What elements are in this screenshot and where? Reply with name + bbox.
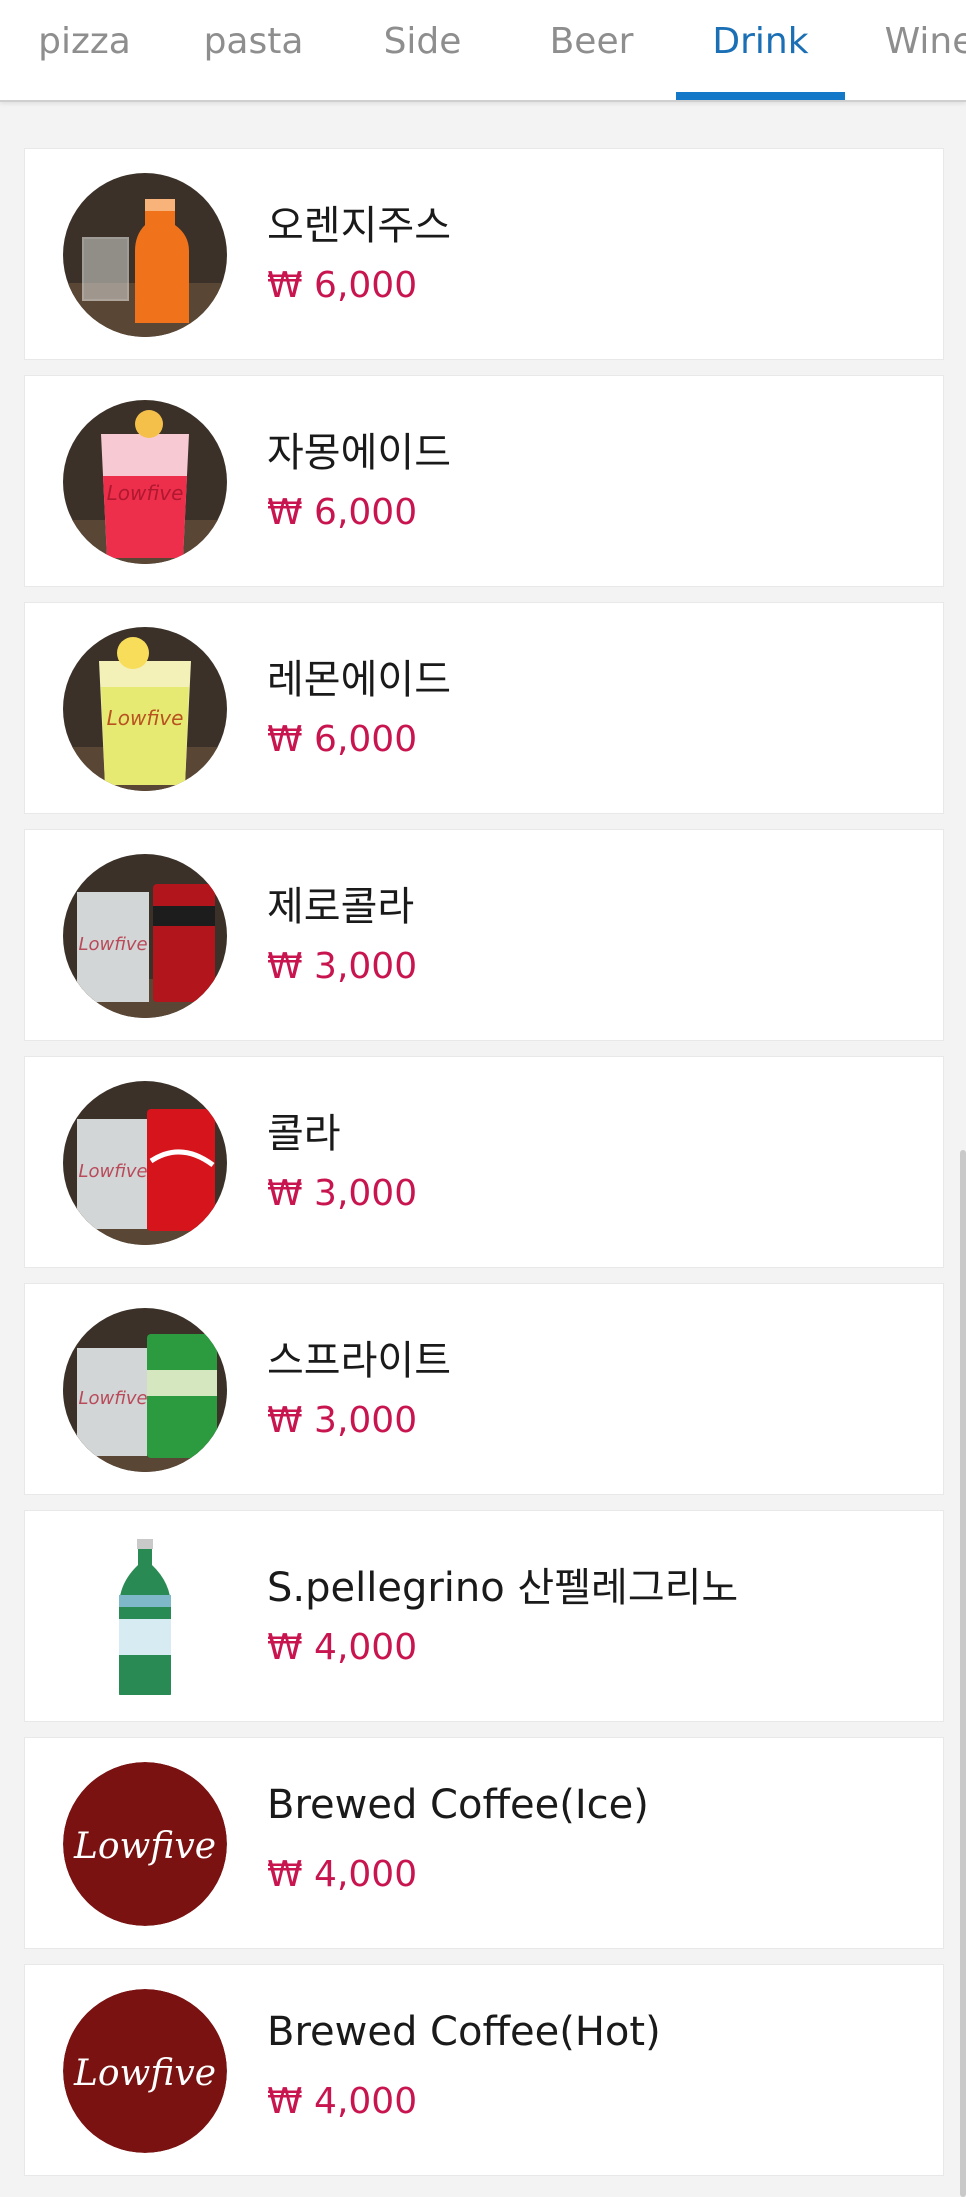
item-name: 스프라이트 — [267, 1338, 451, 1384]
orange-juice-photo — [63, 173, 227, 337]
svg-text:Lowfive: Lowfive — [73, 1826, 216, 1867]
svg-text:Lowfive: Lowfive — [107, 706, 184, 730]
menu-item[interactable]: 오렌지주스 ₩ 6,000 — [24, 148, 944, 360]
tab-pasta[interactable]: pasta — [169, 0, 338, 100]
tab-beer[interactable]: Beer — [507, 0, 676, 100]
item-name: 콜라 — [267, 1111, 341, 1157]
menu-item[interactable]: S.pellegrino 산펠레그리노 ₩ 4,000 — [24, 1510, 944, 1722]
menu-item[interactable]: Lowfive 콜라 ₩ 3,000 — [24, 1056, 944, 1268]
menu-item[interactable]: Lowfive 레몬에이드 ₩ 6,000 — [24, 602, 944, 814]
tab-drink[interactable]: Drink — [676, 0, 845, 100]
item-price: ₩ 6,000 — [267, 265, 418, 306]
cola-photo: Lowfive — [63, 1081, 227, 1245]
tab-side[interactable]: Side — [338, 0, 507, 100]
lowfive-logo: Lowfive — [63, 1989, 227, 2153]
lemonade-photo: Lowfive — [63, 627, 227, 791]
item-name: 제로콜라 — [267, 884, 415, 930]
tab-pizza[interactable]: pizza — [0, 0, 169, 100]
grapefruit-ade-photo: Lowfive — [63, 400, 227, 564]
menu-list: 오렌지주스 ₩ 6,000 Lowfive 자몽에이드 ₩ 6,000 Lowf… — [24, 148, 944, 2191]
menu-item[interactable]: Lowfive 스프라이트 ₩ 3,000 — [24, 1283, 944, 1495]
scrollbar[interactable] — [960, 1150, 966, 2197]
svg-text:Lowfive: Lowfive — [78, 1161, 147, 1182]
item-price: ₩ 3,000 — [267, 946, 418, 987]
tab-wine[interactable]: Wine — [845, 0, 966, 100]
lowfive-logo: Lowfive — [63, 1762, 227, 1926]
item-name: Brewed Coffee(Hot) — [267, 2009, 661, 2055]
zero-cola-photo: Lowfive — [63, 854, 227, 1018]
svg-text:Lowfive: Lowfive — [78, 1388, 147, 1409]
item-price: ₩ 4,000 — [267, 1854, 418, 1895]
item-price: ₩ 4,000 — [267, 2081, 418, 2122]
svg-text:Lowfive: Lowfive — [78, 934, 147, 955]
menu-item[interactable]: Lowfive 자몽에이드 ₩ 6,000 — [24, 375, 944, 587]
item-price: ₩ 3,000 — [267, 1173, 418, 1214]
item-price: ₩ 6,000 — [267, 492, 418, 533]
item-price: ₩ 4,000 — [267, 1627, 418, 1668]
menu-item[interactable]: Lowfive Brewed Coffee(Ice) ₩ 4,000 — [24, 1737, 944, 1949]
item-name: 오렌지주스 — [267, 203, 451, 249]
item-name: S.pellegrino 산펠레그리노 — [267, 1565, 739, 1611]
item-name: 레몬에이드 — [267, 657, 451, 703]
svg-text:Lowfive: Lowfive — [73, 2053, 216, 2094]
pellegrino-bottle-photo — [63, 1535, 227, 1699]
item-name: Brewed Coffee(Ice) — [267, 1782, 649, 1828]
category-tab-bar: pizza pasta Side Beer Drink Wine — [0, 0, 966, 102]
menu-item[interactable]: Lowfive 제로콜라 ₩ 3,000 — [24, 829, 944, 1041]
item-name: 자몽에이드 — [267, 430, 451, 476]
item-price: ₩ 3,000 — [267, 1400, 418, 1441]
svg-text:Lowfive: Lowfive — [107, 481, 184, 505]
sprite-photo: Lowfive — [63, 1308, 227, 1472]
item-price: ₩ 6,000 — [267, 719, 418, 760]
menu-item[interactable]: Lowfive Brewed Coffee(Hot) ₩ 4,000 — [24, 1964, 944, 2176]
